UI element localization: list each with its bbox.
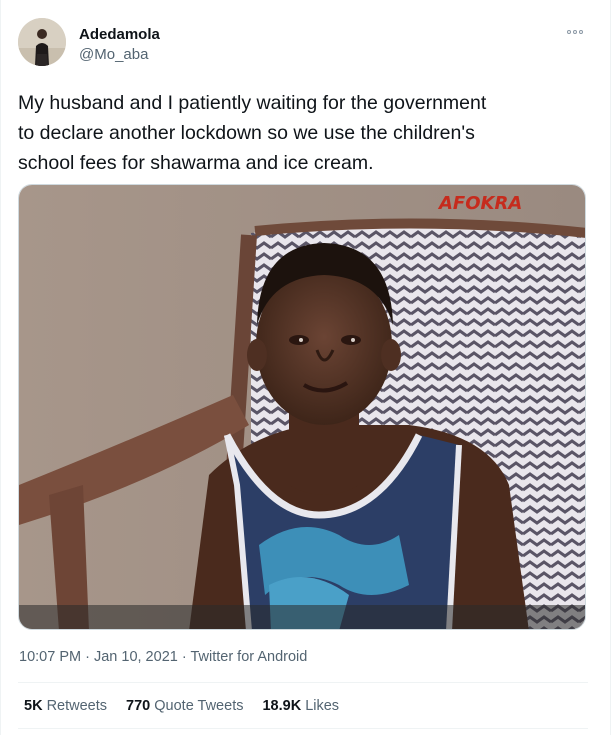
author-handle[interactable]: @Mo_aba — [79, 46, 148, 64]
meme-photo: AFOKRA — [19, 185, 585, 629]
retweets-stat[interactable]: 5K Retweets — [24, 697, 107, 715]
tweet-stats: 5K Retweets 770 Quote Tweets 18.9K Likes — [24, 697, 339, 715]
retweets-label: Retweets — [46, 698, 108, 714]
quote-tweets-stat[interactable]: 770 Quote Tweets — [126, 697, 243, 715]
tweet-timestamp: 10:07 PM · Jan 10, 2021 · Twitter for An… — [19, 648, 307, 666]
tweet-date[interactable]: Jan 10, 2021 — [94, 649, 178, 665]
likes-stat[interactable]: 18.9K Likes — [262, 697, 339, 715]
author-avatar[interactable] — [18, 18, 66, 66]
tweet-text-line: school fees for shawarma and ice cream. — [18, 152, 374, 174]
tweet-text-line: My husband and I patiently waiting for t… — [18, 92, 487, 114]
meta-separator: · — [81, 649, 94, 665]
meta-separator: · — [177, 649, 191, 665]
quote-tweets-label: Quote Tweets — [154, 698, 244, 714]
more-options-icon[interactable] — [562, 24, 588, 40]
user-photo-icon — [18, 18, 66, 66]
tweet-card: Adedamola @Mo_aba My husband and I patie… — [0, 0, 611, 735]
divider — [18, 682, 588, 683]
tweet-time[interactable]: 10:07 PM — [19, 649, 81, 665]
quote-tweets-count: 770 — [126, 698, 151, 714]
likes-count: 18.9K — [262, 698, 302, 714]
tweet-text: My husband and I patiently waiting for t… — [18, 88, 598, 178]
tweet-text-line: to declare another lockdown so we use th… — [18, 122, 475, 144]
divider — [18, 728, 588, 729]
tweet-media-image[interactable]: AFOKRA — [18, 184, 586, 630]
likes-label: Likes — [305, 698, 340, 714]
media-watermark: AFOKRA — [437, 193, 522, 214]
retweets-count: 5K — [24, 698, 43, 714]
tweet-source[interactable]: Twitter for Android — [190, 649, 307, 665]
author-display-name[interactable]: Adedamola — [79, 26, 160, 44]
